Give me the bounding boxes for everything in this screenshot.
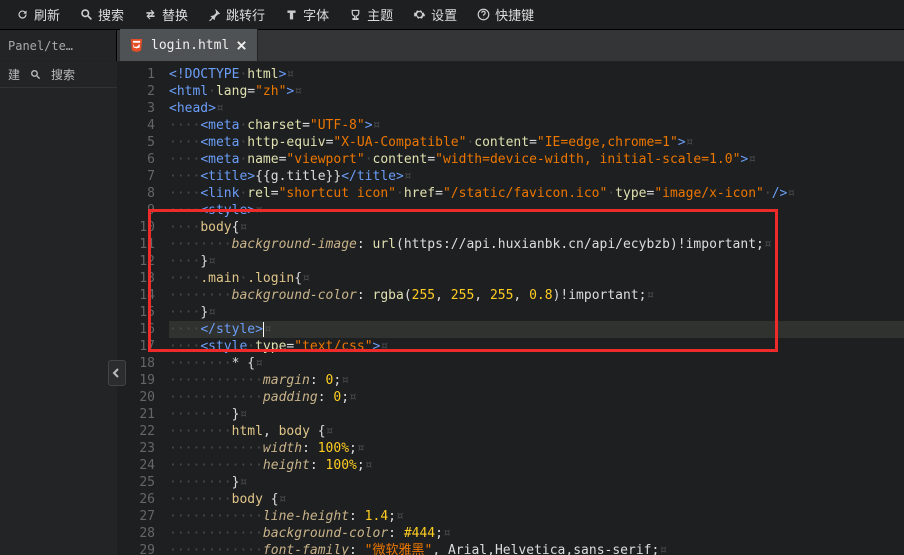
theme-label: 主题 xyxy=(367,5,393,24)
sidebar-panel-label: Panel/te… xyxy=(8,39,73,53)
font-icon xyxy=(285,8,298,21)
file-tree-sidebar: 建 搜索 xyxy=(0,62,117,555)
theme-button[interactable]: 主题 xyxy=(339,0,403,29)
line-number-gutter: 1234567891011121314151617181920212223242… xyxy=(117,62,169,555)
sidebar-create-label[interactable]: 建 xyxy=(8,66,20,83)
goto-label: 跳转行 xyxy=(226,5,265,24)
file-tab-login[interactable]: login.html xyxy=(120,29,258,61)
sidebar-panel-tab[interactable]: Panel/te… xyxy=(0,30,117,61)
pin-icon xyxy=(208,8,221,21)
file-tab-label: login.html xyxy=(151,38,229,53)
refresh-button[interactable]: 刷新 xyxy=(6,0,70,29)
search-button[interactable]: 搜索 xyxy=(70,0,134,29)
refresh-label: 刷新 xyxy=(34,5,60,24)
goto-button[interactable]: 跳转行 xyxy=(198,0,275,29)
close-icon[interactable] xyxy=(236,40,247,51)
font-button[interactable]: 字体 xyxy=(275,0,339,29)
settings-button[interactable]: 设置 xyxy=(403,0,467,29)
body-row: 建 搜索 12345678910111213141516171819202122… xyxy=(0,62,904,555)
code-editor[interactable]: 1234567891011121314151617181920212223242… xyxy=(117,62,904,555)
theme-icon xyxy=(349,8,362,21)
replace-label: 替换 xyxy=(162,5,188,24)
refresh-icon xyxy=(16,8,29,21)
search-icon xyxy=(80,8,93,21)
search-icon xyxy=(30,69,41,80)
chevron-left-icon xyxy=(112,368,122,378)
font-label: 字体 xyxy=(303,5,329,24)
sidebar-collapse-handle[interactable] xyxy=(108,360,126,386)
gear-icon xyxy=(413,8,426,21)
help-icon xyxy=(477,8,490,21)
shortcuts-label: 快捷键 xyxy=(495,5,534,24)
html5-icon xyxy=(129,38,144,53)
replace-button[interactable]: 替换 xyxy=(134,0,198,29)
sidebar-search-label[interactable]: 搜索 xyxy=(51,66,75,83)
main-toolbar: 刷新 搜索 替换 跳转行 字体 主题 设置 快捷键 xyxy=(0,0,904,30)
replace-icon xyxy=(144,8,157,21)
code-content[interactable]: <!DOCTYPE·html>¤<html·lang="zh">¤<head>¤… xyxy=(169,62,904,555)
tabs-row: Panel/te… login.html xyxy=(0,30,904,62)
settings-label: 设置 xyxy=(431,5,457,24)
shortcuts-button[interactable]: 快捷键 xyxy=(467,0,544,29)
search-label: 搜索 xyxy=(98,5,124,24)
